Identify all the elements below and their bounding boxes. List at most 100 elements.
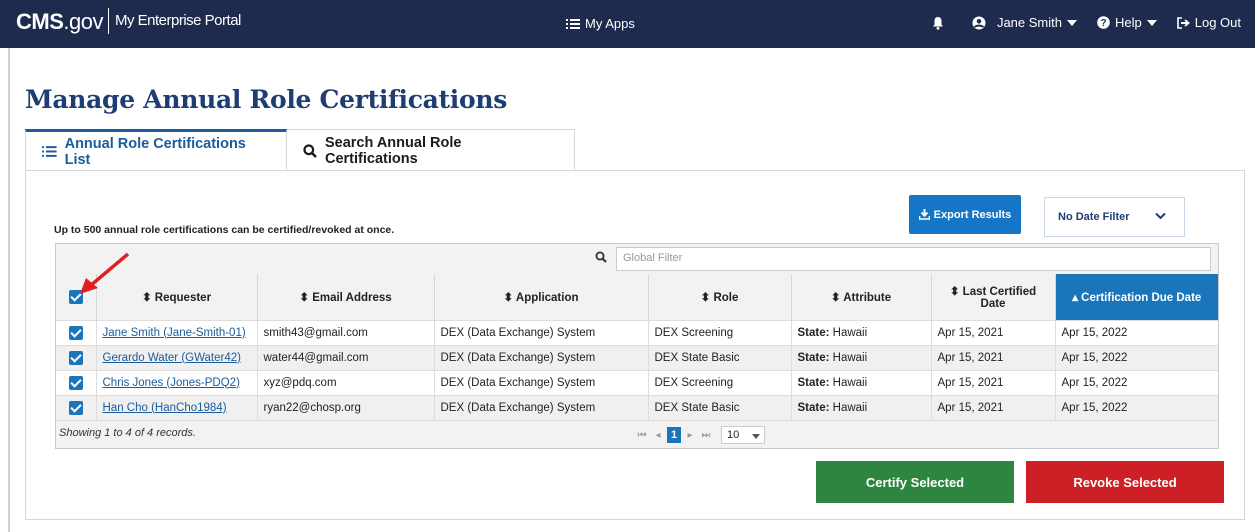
row-checkbox[interactable] <box>68 325 83 340</box>
revoke-selected-button[interactable]: Revoke Selected <box>1026 461 1224 503</box>
application-cell: DEX (Data Exchange) System <box>433 344 648 370</box>
col-header-email[interactable]: ⬍ Email Address <box>256 274 434 320</box>
certify-selected-button[interactable]: Certify Selected <box>816 461 1014 503</box>
date-filter-select[interactable]: No Date Filter <box>1044 197 1185 237</box>
tab-search-certifications[interactable]: Search Annual Role Certifications <box>287 129 575 171</box>
table-row[interactable]: Han Cho (HanCho1984) ryan22@chosp.org DEX … <box>56 394 1218 420</box>
col-header-application[interactable]: ⬍ Application <box>433 274 648 320</box>
export-results-button[interactable]: Export Results <box>909 195 1021 234</box>
records-count: Showing 1 to 4 of 4 records. <box>59 427 196 439</box>
column-label: Email Address <box>312 291 392 304</box>
row-checkbox[interactable] <box>68 375 83 390</box>
due-date-cell: Apr 15, 2022 <box>1054 369 1218 395</box>
column-label: Role <box>713 291 739 304</box>
attribute-value: Hawaii <box>832 401 868 414</box>
help-label: Help <box>1114 15 1142 30</box>
top-navbar: CMS.gov My Enterprise Portal My Apps Jane… <box>0 0 1255 48</box>
page-size-select[interactable]: 10 <box>721 426 765 444</box>
table-row[interactable]: Jane Smith (Jane-Smith-01) smith43@gmail.… <box>56 319 1218 345</box>
requester-link[interactable]: Jane Smith (Jane-Smith-01) <box>103 327 246 339</box>
requester-cell: Gerardo Water (GWater42) <box>95 344 257 370</box>
due-date-cell: Apr 15, 2022 <box>1054 394 1218 420</box>
attribute-key: State: <box>797 351 830 364</box>
my-apps-label: My Apps <box>585 16 635 31</box>
page-title: Manage Annual Role Certifications <box>25 85 507 114</box>
logout-link[interactable]: Log Out <box>1176 15 1241 30</box>
svg-text:?: ? <box>1100 18 1106 29</box>
role-cell: DEX State Basic <box>647 344 791 370</box>
sort-icon: ⬍ <box>830 291 841 304</box>
requester-link[interactable]: Chris Jones (Jones-PDQ2) <box>103 377 240 389</box>
notifications-button[interactable] <box>932 16 944 30</box>
col-header-last-certified[interactable]: ⬍ Last Certified Date <box>930 274 1055 320</box>
column-label: Last Certified Date <box>962 285 1037 310</box>
last-page-icon[interactable]: ⏭ <box>699 427 713 443</box>
table-row[interactable]: Chris Jones (Jones-PDQ2) xyz@pdq.com DEX (… <box>56 369 1218 395</box>
column-label: Certification Due Date <box>1081 291 1202 304</box>
page-number-current[interactable]: 1 <box>667 427 681 443</box>
attribute-cell: State: Hawaii <box>790 369 931 395</box>
brand-separator <box>107 8 109 35</box>
column-label: Requester <box>154 291 212 304</box>
help-icon: ? <box>1097 16 1110 29</box>
search-icon <box>303 143 317 158</box>
col-header-due-date[interactable]: ▴ Certification Due Date <box>1054 274 1218 320</box>
chevron-down-icon <box>1155 212 1166 220</box>
last-certified-cell: Apr 15, 2021 <box>930 394 1055 420</box>
requester-cell: Jane Smith (Jane-Smith-01) <box>95 319 257 345</box>
global-filter-row: Global Filter <box>56 244 1218 274</box>
row-checkbox[interactable] <box>68 400 83 415</box>
help-menu[interactable]: ? Help <box>1097 15 1157 30</box>
search-icon <box>595 251 607 263</box>
col-header-role[interactable]: ⬍ Role <box>647 274 791 320</box>
tab-certifications-list[interactable]: Annual Role Certifications List <box>25 129 287 171</box>
first-page-icon[interactable]: ⏮ <box>635 427 649 443</box>
attribute-cell: State: Hawaii <box>790 344 931 370</box>
requester-link[interactable]: Gerardo Water (GWater42) <box>103 352 241 364</box>
email-cell: smith43@gmail.com <box>256 319 434 345</box>
user-menu[interactable]: Jane Smith <box>972 15 1077 30</box>
page-size-value: 10 <box>727 429 740 441</box>
date-filter-value: No Date Filter <box>1058 211 1130 223</box>
certifications-table: ⬍ Requester ⬍ Email Address ⬍ Applicatio… <box>56 274 1218 420</box>
sort-icon: ⬍ <box>299 291 309 304</box>
next-page-icon[interactable]: ▸ <box>683 427 697 443</box>
logout-label: Log Out <box>1194 15 1241 30</box>
attribute-cell: State: Hawaii <box>790 319 931 345</box>
due-date-cell: Apr 15, 2022 <box>1054 344 1218 370</box>
sort-asc-icon: ▴ <box>1072 291 1078 304</box>
user-icon <box>972 16 986 29</box>
attribute-cell: State: Hawaii <box>790 394 931 420</box>
my-apps-link[interactable]: My Apps <box>566 16 635 31</box>
col-header-attribute[interactable]: ⬍ Attribute <box>790 274 931 320</box>
list-icon <box>566 18 580 29</box>
cms-logo[interactable]: CMS.gov My Enterprise Portal <box>16 8 241 36</box>
table-row[interactable]: Gerardo Water (GWater42) water44@gmail.co… <box>56 344 1218 370</box>
row-select-cell <box>56 319 96 345</box>
pagination: ⏮ ◂ 1 ▸ ⏭ 10 <box>635 426 765 444</box>
attribute-value: Hawaii <box>832 326 868 339</box>
row-select-cell <box>56 369 96 395</box>
annotation-arrow-icon <box>80 252 130 294</box>
prev-page-icon[interactable]: ◂ <box>651 427 665 443</box>
export-label: Export Results <box>933 208 1012 221</box>
bell-icon <box>932 16 943 30</box>
last-certified-cell: Apr 15, 2021 <box>930 369 1055 395</box>
tab-label: Annual Role Certifications List <box>64 135 246 168</box>
table-header-row: ⬍ Requester ⬍ Email Address ⬍ Applicatio… <box>56 274 1218 320</box>
chevron-down-icon <box>752 434 760 439</box>
last-certified-cell: Apr 15, 2021 <box>930 344 1055 370</box>
row-checkbox[interactable] <box>68 350 83 365</box>
row-select-cell <box>56 394 96 420</box>
global-filter-input[interactable]: Global Filter <box>616 247 1211 271</box>
last-certified-cell: Apr 15, 2021 <box>930 319 1055 345</box>
requester-cell: Han Cho (HanCho1984) <box>95 394 257 420</box>
attribute-key: State: <box>797 376 830 389</box>
download-icon <box>918 209 930 220</box>
application-cell: DEX (Data Exchange) System <box>433 319 648 345</box>
sort-icon: ⬍ <box>141 291 152 304</box>
brand-cms: CMS <box>16 9 64 34</box>
chevron-down-icon <box>1146 19 1157 26</box>
tab-label: Search Annual Role Certifications <box>324 134 462 167</box>
requester-link[interactable]: Han Cho (HanCho1984) <box>103 402 227 414</box>
